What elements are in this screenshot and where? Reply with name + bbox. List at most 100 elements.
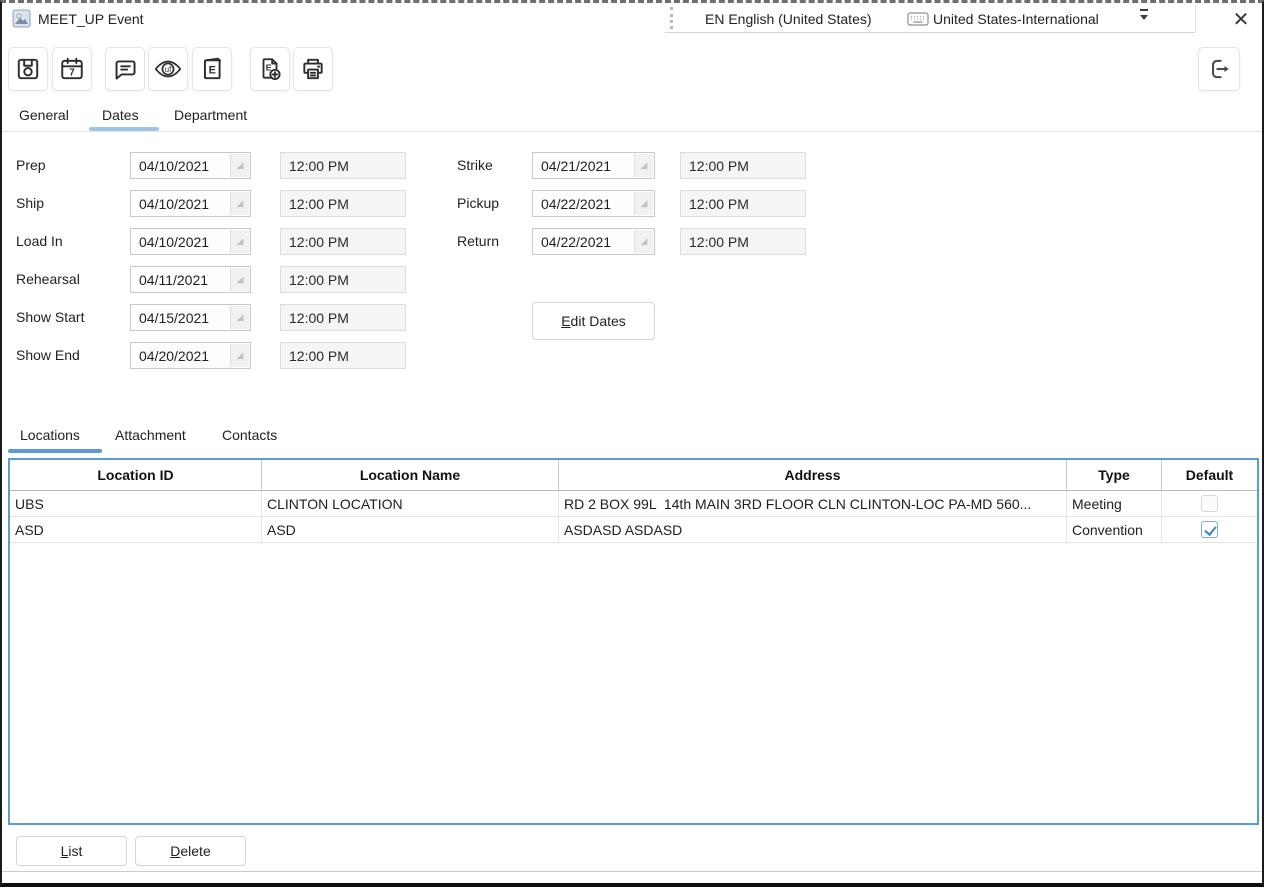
load-in-date-value: 04/10/2021: [139, 234, 209, 250]
show-end-date-field[interactable]: 04/20/2021 ◢: [130, 342, 251, 369]
language-name-label[interactable]: EN English (United States): [705, 10, 872, 28]
close-button[interactable]: ✕: [1226, 5, 1256, 33]
language-bar-divider: [665, 32, 1195, 33]
ship-date-field[interactable]: 04/10/2021 ◢: [130, 190, 251, 217]
prep-time-field: 12:00 PM: [280, 152, 406, 179]
return-date-value: 04/22/2021: [541, 234, 611, 250]
show-start-time-field: 12:00 PM: [280, 304, 406, 331]
return-date-field[interactable]: 04/22/2021 ◢: [532, 228, 655, 255]
rehearsal-date-value: 04/11/2021: [139, 272, 208, 288]
cell-default: [1162, 491, 1257, 516]
comments-button[interactable]: [105, 47, 145, 91]
field-label-show-start: Show Start: [16, 304, 84, 331]
show-start-time-value: 12:00 PM: [289, 310, 349, 326]
show-end-date-value: 04/20/2021: [139, 348, 209, 364]
ship-time-field: 12:00 PM: [280, 190, 406, 217]
pickup-time-field: 12:00 PM: [680, 190, 806, 217]
print-button[interactable]: [293, 47, 333, 91]
prep-date-field[interactable]: 04/10/2021 ◢: [130, 152, 251, 179]
tab-locations[interactable]: Locations: [20, 423, 80, 447]
ship-time-value: 12:00 PM: [289, 196, 349, 212]
cell-location-name: ASD: [262, 517, 559, 542]
field-label-ship: Ship: [16, 190, 44, 217]
strike-date-dropdown-button[interactable]: ◢: [634, 154, 653, 177]
meet-up-event-window: MEET_UP Event EN English (United States)…: [0, 0, 1264, 887]
keyboard-layout-label[interactable]: United States-International: [933, 10, 1099, 28]
svg-text:uf: uf: [165, 65, 172, 74]
status-bar: [2, 872, 1262, 886]
locations-grid: Location ID Location Name Address Type D…: [8, 458, 1259, 825]
cell-location-id: UBS: [10, 491, 262, 516]
strike-date-field[interactable]: 04/21/2021 ◢: [532, 152, 655, 179]
load-in-date-field[interactable]: 04/10/2021 ◢: [130, 228, 251, 255]
rehearsal-date-field[interactable]: 04/11/2021 ◢: [130, 266, 251, 293]
show-start-date-dropdown-button[interactable]: ◢: [230, 306, 249, 329]
column-header-location-name[interactable]: Location Name: [262, 460, 559, 490]
field-label-load-in: Load In: [16, 228, 63, 255]
show-end-time-field: 12:00 PM: [280, 342, 406, 369]
ship-date-dropdown-button[interactable]: ◢: [230, 192, 249, 215]
tab-attachment[interactable]: Attachment: [115, 423, 186, 447]
column-header-default[interactable]: Default: [1162, 460, 1257, 490]
cell-type: Convention: [1067, 517, 1162, 542]
add-event-button[interactable]: E: [250, 47, 290, 91]
edit-dates-button[interactable]: Edit Dates: [532, 302, 655, 340]
pickup-date-field[interactable]: 04/22/2021 ◢: [532, 190, 655, 217]
language-bar-options-icon[interactable]: [1138, 9, 1150, 20]
field-label-strike: Strike: [457, 152, 493, 179]
default-checkbox[interactable]: [1201, 495, 1218, 512]
column-header-address[interactable]: Address: [559, 460, 1067, 490]
prep-time-value: 12:00 PM: [289, 158, 349, 174]
comment-icon: [112, 56, 138, 82]
svg-text:E: E: [209, 64, 216, 76]
show-start-date-value: 04/15/2021: [139, 310, 209, 326]
column-header-location-id[interactable]: Location ID: [10, 460, 262, 490]
exit-button[interactable]: [1198, 47, 1240, 91]
show-end-date-dropdown-button[interactable]: ◢: [230, 344, 249, 367]
prep-date-dropdown-button[interactable]: ◢: [230, 154, 249, 177]
field-label-prep: Prep: [16, 152, 46, 179]
load-in-time-value: 12:00 PM: [289, 234, 349, 250]
calendar-icon: 7: [59, 56, 85, 82]
event-book-icon: E: [199, 56, 225, 82]
exit-icon: [1206, 56, 1232, 82]
list-button[interactable]: List: [16, 836, 127, 866]
ship-date-value: 04/10/2021: [139, 196, 209, 212]
field-label-pickup: Pickup: [457, 190, 499, 217]
cell-address: RD 2 BOX 99L 14th MAIN 3RD FLOOR CLN CLI…: [559, 491, 1067, 516]
cell-address: ASDASD ASDASD: [559, 517, 1067, 542]
view-uf-button[interactable]: uf: [148, 47, 188, 91]
pickup-time-value: 12:00 PM: [689, 196, 749, 212]
rehearsal-date-dropdown-button[interactable]: ◢: [230, 268, 249, 291]
language-bar-separator: [1195, 5, 1196, 32]
language-bar-gripper[interactable]: [670, 7, 673, 29]
return-date-dropdown-button[interactable]: ◢: [634, 230, 653, 253]
calendar-button[interactable]: 7: [52, 47, 92, 91]
load-in-date-dropdown-button[interactable]: ◢: [230, 230, 249, 253]
cell-location-id: ASD: [10, 517, 262, 542]
load-in-time-field: 12:00 PM: [280, 228, 406, 255]
table-row[interactable]: ASD ASD ASDASD ASDASD Convention: [10, 517, 1257, 543]
tab-dates[interactable]: Dates: [102, 103, 139, 127]
field-label-rehearsal: Rehearsal: [16, 266, 80, 293]
pickup-date-dropdown-button[interactable]: ◢: [634, 192, 653, 215]
show-start-date-field[interactable]: 04/15/2021 ◢: [130, 304, 251, 331]
column-header-type[interactable]: Type: [1067, 460, 1162, 490]
save-button[interactable]: [8, 47, 48, 91]
cell-location-name: CLINTON LOCATION: [262, 491, 559, 516]
tab-contacts[interactable]: Contacts: [222, 423, 277, 447]
cell-type: Meeting: [1067, 491, 1162, 516]
return-time-field: 12:00 PM: [680, 228, 806, 255]
tab-general[interactable]: General: [19, 103, 69, 127]
event-book-button[interactable]: E: [192, 47, 232, 91]
active-subtab-underline: [8, 449, 102, 453]
table-row[interactable]: UBS CLINTON LOCATION RD 2 BOX 99L 14th M…: [10, 491, 1257, 517]
delete-button[interactable]: Delete: [135, 836, 246, 866]
strike-time-field: 12:00 PM: [680, 152, 806, 179]
window-title: MEET_UP Event: [38, 10, 144, 28]
keyboard-icon: [907, 12, 929, 29]
tab-department[interactable]: Department: [174, 103, 247, 127]
save-icon: [15, 56, 41, 82]
default-checkbox[interactable]: [1201, 521, 1218, 538]
pickup-date-value: 04/22/2021: [541, 196, 611, 212]
